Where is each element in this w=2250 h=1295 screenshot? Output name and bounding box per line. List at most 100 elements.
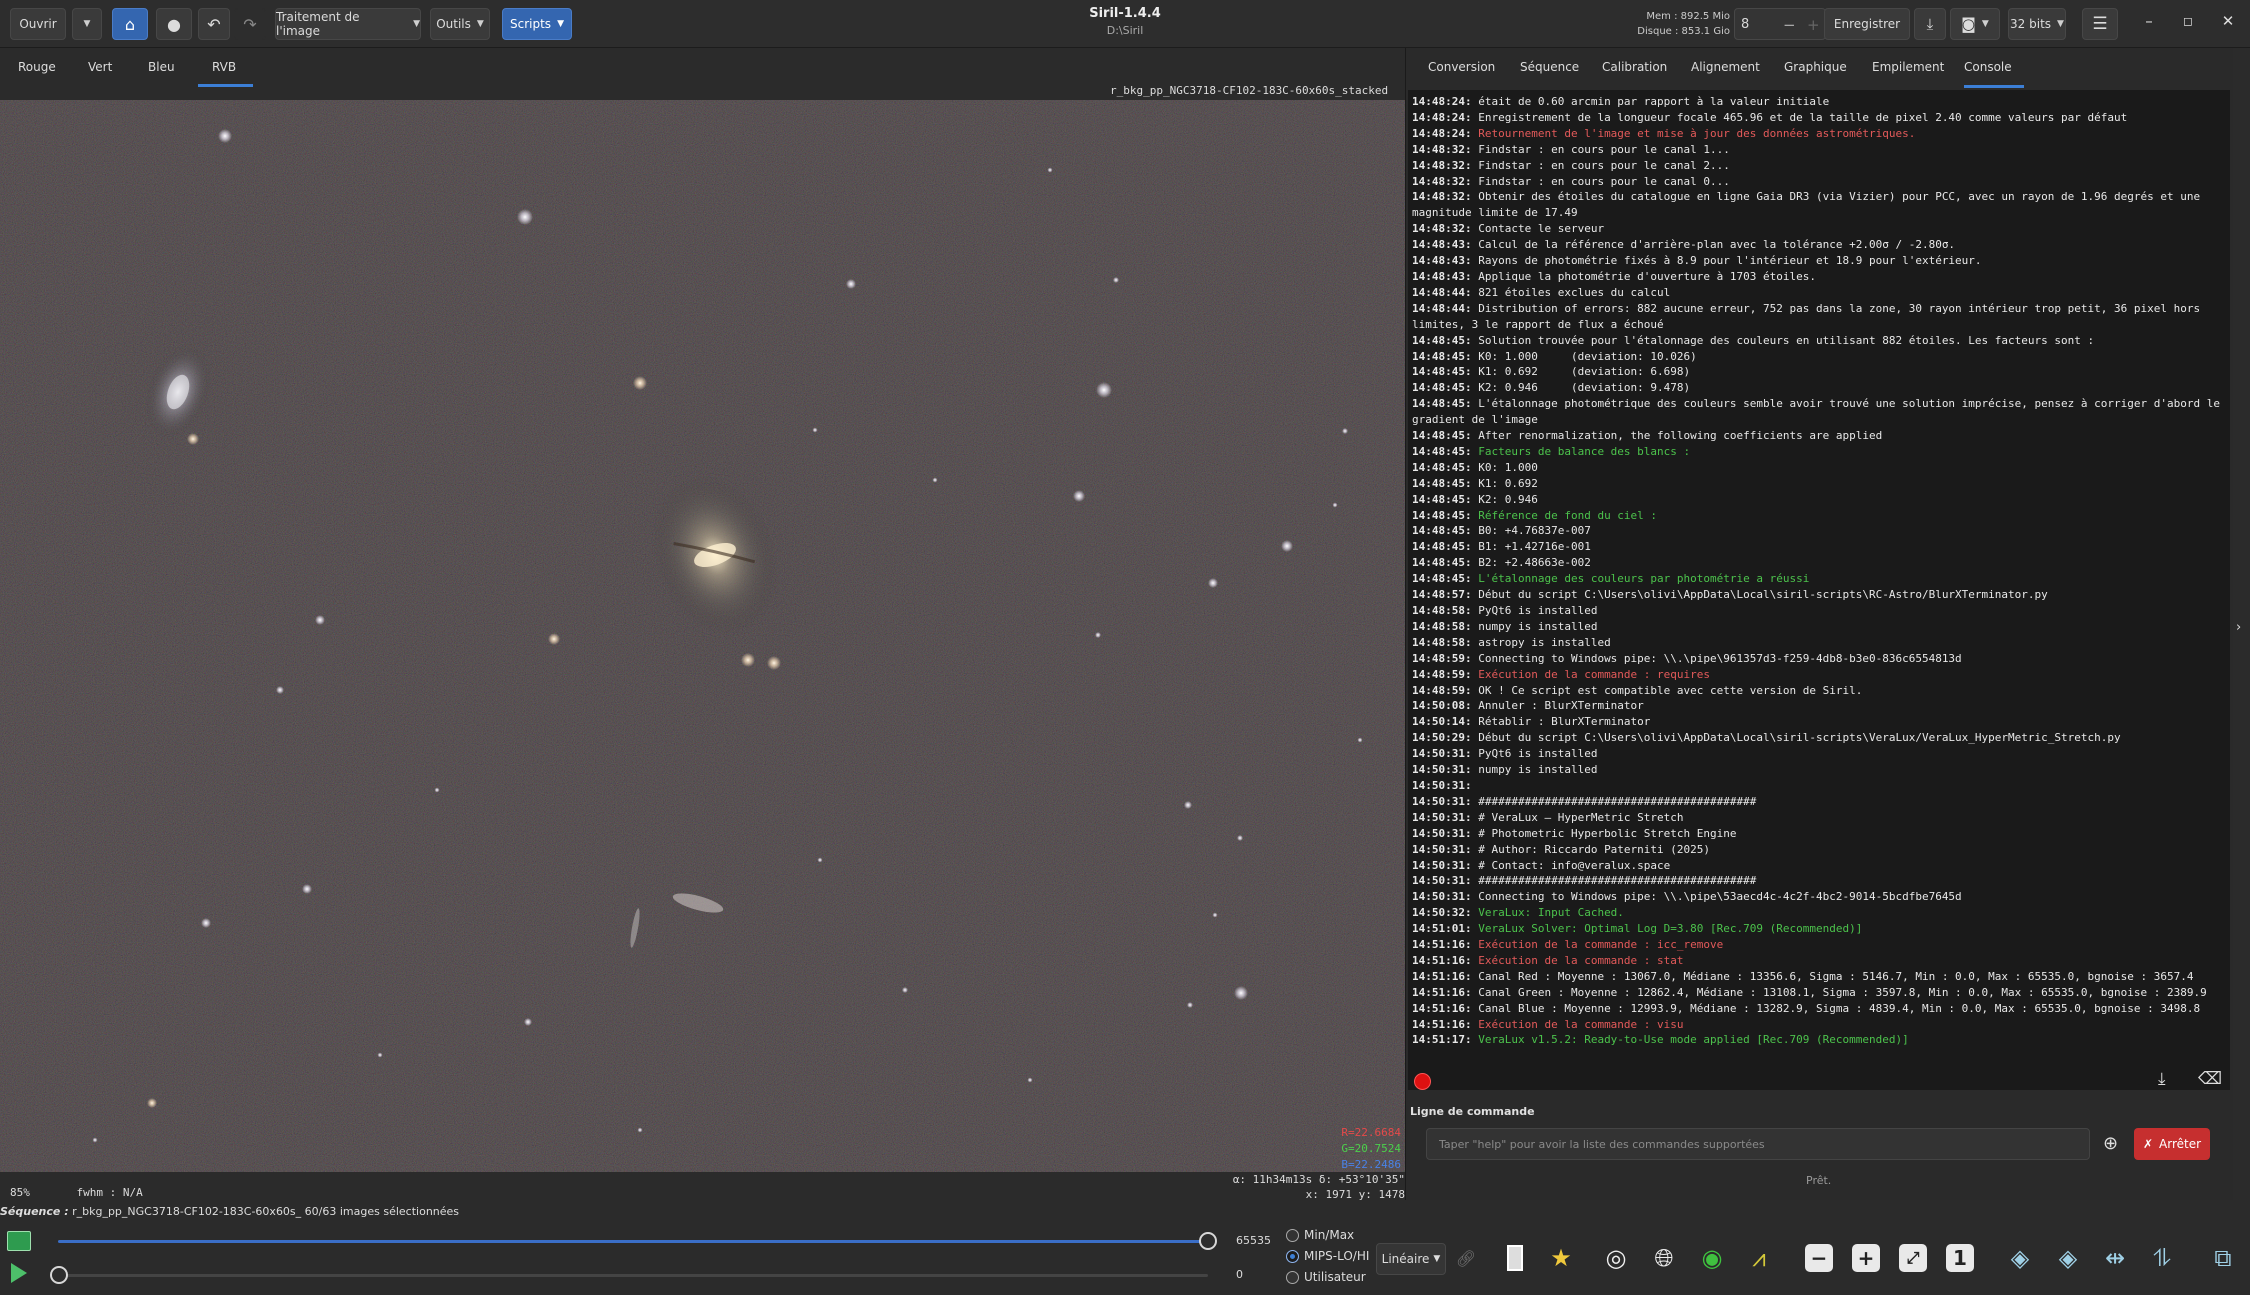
log-message: Exécution de la commande : visu	[1478, 1017, 1684, 1031]
image-display-icon[interactable]	[6, 1228, 32, 1254]
mirror-x-icon[interactable]: ⇹	[2097, 1240, 2133, 1276]
tab-blue[interactable]: Bleu	[148, 60, 175, 74]
save-log-icon[interactable]: ⤓	[2158, 1069, 2166, 1089]
tab-sequence[interactable]: Séquence	[1520, 60, 1579, 74]
log-timestamp: 14:48:58:	[1412, 619, 1479, 633]
viewer-status: 85% fwhm : N/A	[10, 1186, 143, 1199]
command-input[interactable]	[1426, 1128, 2090, 1160]
log-timestamp: 14:48:45:	[1412, 540, 1479, 554]
high-slider-track[interactable]	[58, 1240, 1208, 1243]
tab-green[interactable]: Vert	[88, 60, 112, 74]
radio-dot	[1286, 1270, 1299, 1284]
console-line: 14:48:59: Connecting to Windows pipe: \\…	[1412, 651, 2226, 667]
zoom-100-button[interactable]: 1	[1942, 1240, 1978, 1276]
zoom-out-button[interactable]: −	[1801, 1240, 1837, 1276]
chevron-down-icon: ▼	[83, 19, 91, 29]
save-button[interactable]: Enregistrer	[1824, 8, 1910, 40]
console-line: 14:51:16: Exécution de la commande : vis…	[1412, 1017, 2226, 1033]
log-timestamp: 14:50:31:	[1412, 842, 1479, 856]
console-line: 14:51:16: Canal Green : Moyenne : 12862.…	[1412, 985, 2226, 1001]
log-timestamp: 14:48:45:	[1412, 429, 1479, 443]
tab-alignment[interactable]: Alignement	[1691, 60, 1760, 74]
tab-calibration[interactable]: Calibration	[1602, 60, 1667, 74]
negative-view-icon[interactable]	[1497, 1240, 1533, 1276]
stop-icon: ✗	[2142, 1137, 2154, 1151]
stretch-mode-select[interactable]: Linéaire ▼	[1376, 1243, 1446, 1275]
stop-button[interactable]: ✗ Arrêter	[2134, 1128, 2210, 1160]
log-message: Retournement de l'image et mise à jour d…	[1478, 126, 1916, 140]
false-color-icon[interactable]: ★	[1543, 1240, 1579, 1276]
stop-label: Arrêter	[2159, 1137, 2202, 1151]
log-message: Début du script C:\Users\olivi\AppData\L…	[1478, 588, 2048, 602]
home-button[interactable]: ⌂	[112, 8, 148, 40]
image-canvas[interactable]: R=22.6684 G=20.7524 B=22.2486	[0, 100, 1405, 1172]
log-timestamp: 14:48:45:	[1412, 333, 1479, 347]
console-log[interactable]: 14:48:24: était de 0.60 arcmin par rappo…	[1408, 90, 2230, 1090]
log-message: Calcul de la référence d'arrière-plan av…	[1478, 238, 1956, 252]
record-icon[interactable]	[1414, 1073, 1431, 1090]
tab-conversion[interactable]: Conversion	[1428, 60, 1495, 74]
low-slider-handle[interactable]	[50, 1266, 68, 1284]
log-timestamp: 14:50:31:	[1412, 890, 1479, 904]
log-timestamp: 14:51:16:	[1412, 938, 1479, 952]
rotate-left-icon[interactable]: ◈	[2002, 1240, 2038, 1276]
rotate-right-icon[interactable]: ◈	[2050, 1240, 2086, 1276]
clear-log-icon[interactable]: ⌫	[2198, 1069, 2222, 1089]
minimize-icon[interactable]: –	[2137, 12, 2161, 30]
snapshot-button[interactable]: ◙ ▼	[1950, 8, 2000, 40]
tab-stacking[interactable]: Empilement	[1872, 60, 1944, 74]
tools-menu[interactable]: Outils ▼	[430, 8, 490, 40]
radio-minmax[interactable]: Min/Max	[1286, 1228, 1354, 1242]
zoom-fit-button[interactable]: ⤢	[1895, 1240, 1931, 1276]
help-icon[interactable]: ⊕	[2103, 1133, 2118, 1154]
log-timestamp: 14:50:31:	[1412, 747, 1479, 761]
radio-label: MIPS-LO/HI	[1304, 1249, 1370, 1263]
crop-icon[interactable]: ⧉	[2205, 1240, 2241, 1276]
pixel-red-value: R=22.6684	[1341, 1126, 1401, 1139]
xy-coordinates: x: 1971 y: 1478	[1305, 1188, 1405, 1201]
app-path: D:\Siril	[1106, 24, 1144, 37]
close-icon[interactable]: ✕	[2216, 12, 2240, 30]
tab-console[interactable]: Console	[1964, 60, 2012, 74]
log-timestamp: 14:50:31:	[1412, 763, 1479, 777]
maximize-icon[interactable]: ◻	[2176, 14, 2200, 28]
channel-tabs: Rouge Vert Bleu RVB	[0, 48, 1405, 88]
plus-icon[interactable]: +	[1807, 16, 1820, 34]
chevron-right-icon[interactable]: ›	[2236, 620, 2241, 635]
console-line: 14:48:45: B2: +2.48663e-002	[1412, 555, 2226, 571]
console-line: 14:50:29: Début du script C:\Users\olivi…	[1412, 730, 2226, 746]
open-button[interactable]: Ouvrir	[10, 8, 66, 40]
radio-user[interactable]: Utilisateur	[1286, 1270, 1366, 1284]
threads-spinner[interactable]: 8 − +	[1734, 8, 1826, 40]
status-text: Prêt.	[1806, 1174, 1832, 1187]
minus-icon[interactable]: −	[1783, 16, 1796, 34]
save-as-button[interactable]: ⤓	[1914, 8, 1946, 40]
psf-icon[interactable]: ⩘	[1741, 1240, 1777, 1276]
target-icon[interactable]: ◎	[1598, 1240, 1634, 1276]
radio-label: Min/Max	[1304, 1228, 1355, 1242]
undo-button[interactable]: ↶	[198, 8, 230, 40]
zoom-in-button[interactable]: +	[1848, 1240, 1884, 1276]
link-icon[interactable]: 🔗︎	[1448, 1240, 1484, 1276]
image-processing-menu[interactable]: Traitement de l'image ▼	[275, 8, 421, 40]
annotation-icon[interactable]: ◉	[1694, 1240, 1730, 1276]
scripts-menu[interactable]: Scripts ▼	[502, 8, 572, 40]
high-slider-handle[interactable]	[1199, 1232, 1217, 1250]
display-controls: 65535 0 Min/Max MIPS-LO/HI Utilisateur L…	[0, 1222, 2250, 1295]
mirror-y-icon[interactable]: ⥮	[2144, 1240, 2180, 1276]
play-icon[interactable]	[6, 1260, 32, 1286]
live-stacking-button[interactable]: ●	[156, 8, 192, 40]
log-message: # Author: Riccardo Paterniti (2025)	[1478, 842, 1711, 856]
bit-depth-menu[interactable]: 32 bits ▼	[2008, 8, 2066, 40]
console-line: 14:48:45: Facteurs de balance des blancs…	[1412, 444, 2226, 460]
log-timestamp: 14:51:16:	[1412, 1001, 1479, 1015]
main-menu-button[interactable]: ☰	[2082, 8, 2118, 40]
tab-rgb[interactable]: RVB	[212, 60, 236, 74]
radio-mips[interactable]: MIPS-LO/HI	[1286, 1249, 1369, 1263]
redo-button[interactable]: ↷	[234, 8, 266, 40]
low-slider-track[interactable]	[58, 1274, 1208, 1277]
tab-red[interactable]: Rouge	[18, 60, 56, 74]
tab-graph[interactable]: Graphique	[1784, 60, 1847, 74]
open-dropdown-button[interactable]: ▼	[72, 8, 102, 40]
globe-icon[interactable]: 🌐︎	[1646, 1240, 1682, 1276]
